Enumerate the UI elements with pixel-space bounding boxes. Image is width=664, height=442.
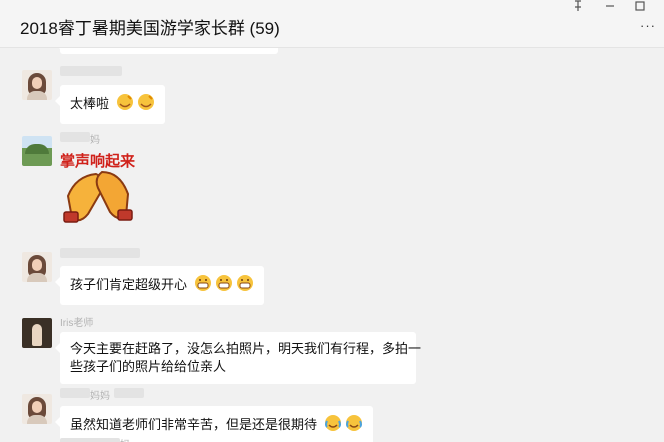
more-dots-icon[interactable]: ···	[640, 18, 656, 33]
sticker-caption: 掌声响起来	[60, 152, 136, 170]
grin-emoji	[236, 274, 254, 297]
sly-grin-emoji	[137, 93, 155, 116]
message-text-line-1: 今天主要在赶路了，没怎么拍照片，明天我们有行程，多拍一	[70, 341, 422, 356]
sender-name-blurred	[60, 66, 122, 76]
sender-name-blurred	[114, 388, 144, 398]
sender-name: Iris老师	[60, 318, 94, 329]
message-bubble[interactable]: 孩子们肯定超级开心	[55, 266, 264, 305]
message-bubble-partial[interactable]	[55, 48, 278, 54]
sender-avatar[interactable]	[22, 136, 52, 166]
sender-name-blurred	[60, 438, 120, 442]
pin-icon[interactable]	[572, 0, 584, 15]
sender-avatar[interactable]	[22, 70, 52, 100]
sender-avatar[interactable]	[22, 394, 52, 424]
sly-grin-emoji	[116, 93, 134, 116]
sender-name-blurred	[60, 388, 90, 398]
sender-name-blurred	[60, 132, 90, 142]
sender-name-suffix: 妈	[120, 436, 130, 442]
message-bubble[interactable]: 虽然知道老师们非常辛苦，但是还是很期待	[55, 406, 373, 442]
message-bubble[interactable]: 今天主要在赶路了，没怎么拍照片，明天我们有行程，多拍一 些孩子们的照片给给位亲人	[55, 332, 422, 384]
chat-header: 2018睿丁暑期美国游学家长群 (59) ···	[0, 0, 664, 48]
clapping-hands-sticker[interactable]: 掌声响起来	[58, 148, 140, 231]
message-text: 孩子们肯定超级开心	[70, 276, 188, 292]
tear-smile-emoji	[324, 414, 342, 437]
message-text: 虽然知道老师们非常辛苦，但是还是很期待	[70, 416, 318, 432]
minimize-icon[interactable]	[604, 0, 616, 15]
grin-emoji	[194, 274, 212, 297]
window-restore-icon[interactable]	[634, 0, 646, 15]
sender-name-blurred	[60, 248, 140, 258]
sender-name-suffix: 妈	[90, 135, 100, 146]
message-text-line-2: 些孩子们的照片给给位亲人	[70, 359, 227, 374]
sender-avatar[interactable]	[22, 318, 52, 348]
message-text: 太棒啦	[70, 95, 110, 111]
message-list[interactable]: 太棒啦 妈 掌声响起来 孩子们肯定超级开心 Iris老师 今天主要在赶路了，没怎…	[0, 48, 664, 442]
message-bubble[interactable]: 太棒啦	[55, 85, 165, 124]
sender-avatar[interactable]	[22, 252, 52, 282]
sender-name-suffix: 妈妈	[90, 391, 110, 402]
grin-emoji	[215, 274, 233, 297]
chat-title: 2018睿丁暑期美国游学家长群 (59)	[20, 19, 280, 38]
tear-smile-emoji	[345, 414, 363, 437]
